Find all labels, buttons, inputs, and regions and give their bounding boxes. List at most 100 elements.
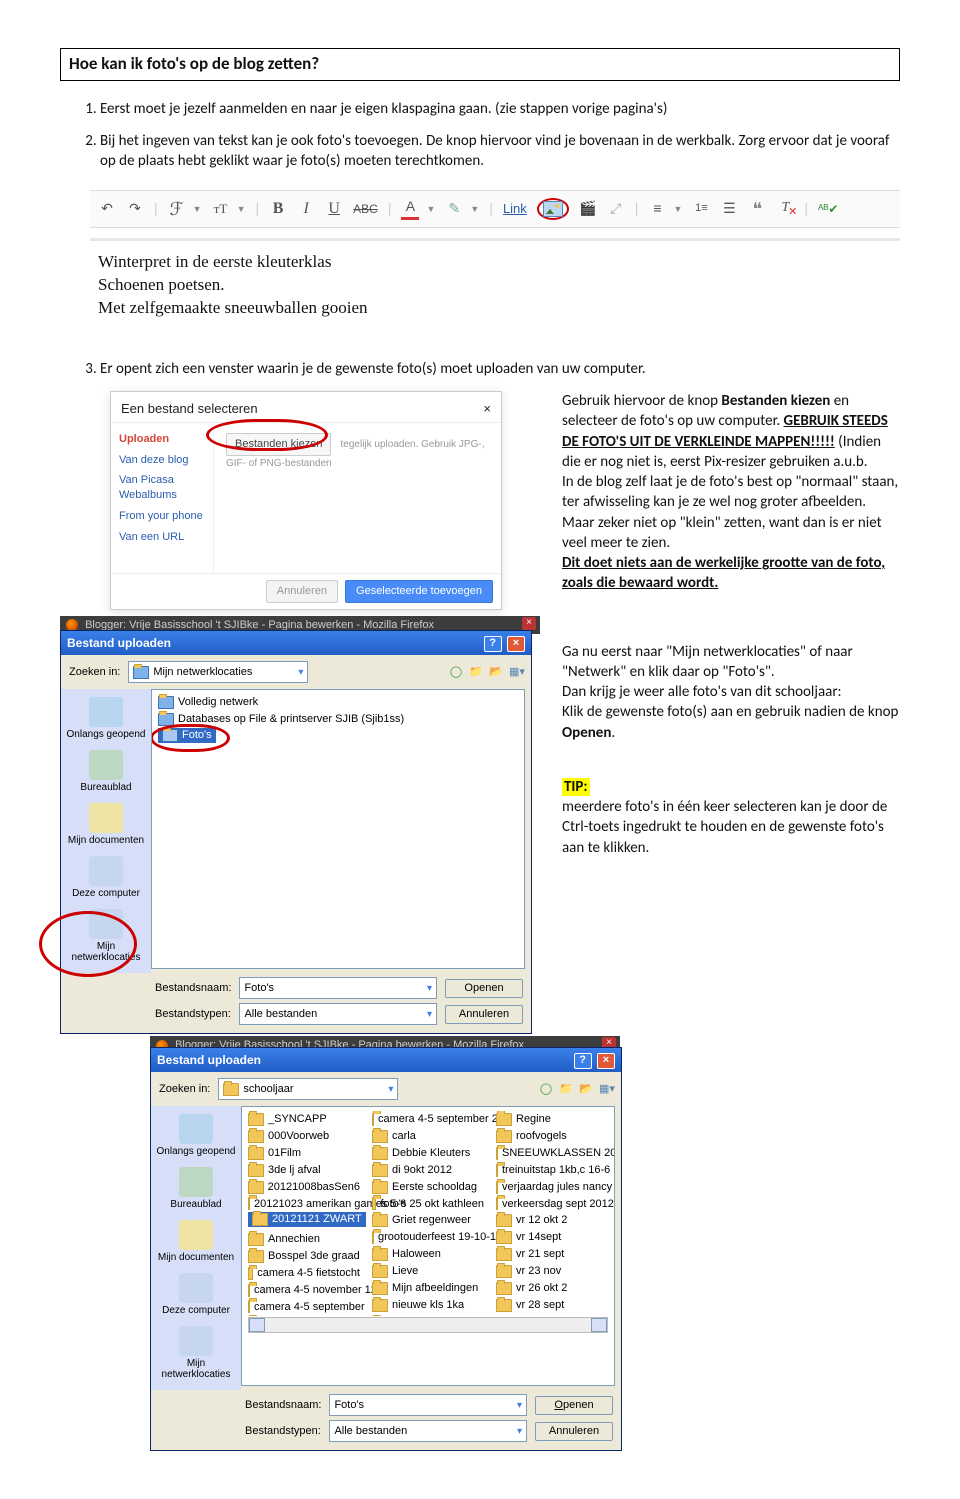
folder-entry[interactable]: Haloween xyxy=(372,1246,484,1263)
views-icon[interactable]: ▦▾ xyxy=(599,1082,613,1097)
folder-entry[interactable]: camera 4-5 november 12 xyxy=(248,1282,360,1299)
folder-entry[interactable]: SNEEUWKLASSEN 2013 xyxy=(496,1145,608,1162)
folder-entry[interactable]: Bosspel 3de graad xyxy=(248,1248,360,1265)
folder-entry[interactable]: Regine xyxy=(496,1111,608,1128)
look-in-dropdown[interactable]: Mijn netwerklocaties ▾ xyxy=(128,661,308,683)
new-folder-icon[interactable]: 📂 xyxy=(489,665,503,680)
file-list-1[interactable]: Volledig netwerk Databases op File & pri… xyxy=(151,689,525,969)
cancel-button[interactable]: Annuleren xyxy=(445,1005,523,1024)
nav-url[interactable]: Van een URL xyxy=(117,527,207,548)
quote-icon[interactable]: ❝ xyxy=(748,197,766,221)
folder-entry[interactable]: carla xyxy=(372,1128,484,1145)
place-mycomputer[interactable]: Deze computer xyxy=(63,852,149,905)
italic-icon[interactable]: I xyxy=(297,198,315,220)
place-network[interactable]: Mijn netwerklocaties xyxy=(153,1322,239,1386)
folder-entry[interactable]: Annechien xyxy=(248,1231,360,1248)
folder-entry[interactable]: Mijn afbeeldingen xyxy=(372,1280,484,1297)
place-recent[interactable]: Onlangs geopend xyxy=(63,693,149,746)
horizontal-scrollbar[interactable] xyxy=(248,1317,608,1333)
folder-entry[interactable]: verkeersdag sept 2012 xyxy=(496,1196,608,1213)
folder-entry[interactable]: di 9okt 2012 xyxy=(372,1162,484,1179)
undo-icon[interactable]: ↶ xyxy=(98,199,116,218)
folder-entry[interactable]: Griet regenweer xyxy=(372,1212,484,1229)
nav-uploaden[interactable]: Uploaden xyxy=(117,429,207,450)
folder-entry[interactable]: nieuwe kls 1ka xyxy=(372,1297,484,1314)
window-close-icon[interactable]: × xyxy=(522,617,536,630)
back-icon[interactable]: ◯ xyxy=(539,1082,553,1097)
align-icon[interactable]: ≡ xyxy=(648,199,666,218)
back-icon[interactable]: ◯ xyxy=(449,665,463,680)
spellcheck-icon[interactable]: ᴬᴮ✔ xyxy=(818,201,838,217)
folder-entry[interactable]: 20121121 ZWART xyxy=(248,1212,366,1227)
folder-entry[interactable]: camera 4-5 september xyxy=(248,1299,360,1316)
underline-icon[interactable]: U xyxy=(325,198,343,220)
filename-input-2[interactable]: Foto's ▾ xyxy=(329,1394,527,1416)
folder-entry[interactable]: 01Film xyxy=(248,1145,360,1162)
text-color-icon[interactable]: A xyxy=(401,197,419,220)
folder-entry[interactable]: vr 23 nov xyxy=(496,1263,608,1280)
add-selected-button[interactable]: Geselecteerde toevoegen xyxy=(345,580,493,603)
numbered-list-icon[interactable]: 1≡ xyxy=(692,201,710,216)
folder-entry[interactable]: roofvogels xyxy=(496,1128,608,1145)
place-mydocs[interactable]: Mijn documenten xyxy=(63,799,149,852)
break-icon[interactable]: ⤢ xyxy=(607,199,625,218)
close-icon[interactable]: × xyxy=(483,400,491,418)
bullet-list-icon[interactable]: ☰ xyxy=(720,199,738,218)
choose-files-button[interactable]: Bestanden kiezen xyxy=(226,433,331,456)
folder-entry[interactable]: vr 21 sept xyxy=(496,1246,608,1263)
font-size-icon[interactable]: тT xyxy=(212,200,230,218)
place-network[interactable]: Mijn netwerklocaties xyxy=(63,905,149,969)
folder-entry[interactable]: camera 4-5 september 2 xyxy=(372,1111,484,1128)
folder-entry[interactable]: _SYNCAPP xyxy=(248,1111,360,1128)
place-mycomputer[interactable]: Deze computer xyxy=(153,1269,239,1322)
help-icon[interactable]: ? xyxy=(484,636,502,652)
filetype-dropdown[interactable]: Alle bestanden ▾ xyxy=(239,1003,437,1025)
highlight-icon[interactable]: ✎ xyxy=(445,199,463,218)
place-mydocs[interactable]: Mijn documenten xyxy=(153,1216,239,1269)
place-recent[interactable]: Onlangs geopend xyxy=(153,1110,239,1163)
folder-entry[interactable]: foto's 25 okt kathleen xyxy=(372,1196,484,1213)
nav-van-deze-blog[interactable]: Van deze blog xyxy=(117,450,207,471)
folder-entry[interactable]: Debbie Kleuters xyxy=(372,1145,484,1162)
folder-entry[interactable]: verjaardag jules nancy 23-11 xyxy=(496,1179,608,1196)
open-button[interactable]: Openen xyxy=(445,979,523,998)
cancel-button-2[interactable]: Annuleren xyxy=(535,1422,613,1441)
filetype-dropdown-2[interactable]: Alle bestanden ▾ xyxy=(329,1420,527,1442)
look-in-dropdown-2[interactable]: schooljaar ▾ xyxy=(218,1078,398,1100)
folder-entry[interactable]: grootouderfeest 19-10-12 xyxy=(372,1229,484,1246)
filename-input[interactable]: Foto's ▾ xyxy=(239,977,437,999)
entry-databases[interactable]: Databases op File & printserver SJIB (Sj… xyxy=(158,711,518,728)
views-icon[interactable]: ▦▾ xyxy=(509,665,523,680)
folder-entry[interactable]: camera 4-5 fietstocht xyxy=(248,1265,360,1282)
up-icon[interactable]: 📁 xyxy=(469,665,483,680)
folder-entry[interactable]: vr 28 sept xyxy=(496,1297,608,1314)
entry-volledig-netwerk[interactable]: Volledig netwerk xyxy=(158,694,518,711)
open-button-2[interactable]: Openen xyxy=(535,1396,613,1415)
close-icon[interactable]: × xyxy=(597,1053,615,1069)
folder-entry[interactable]: 20121023 amerikan games 5-6 xyxy=(248,1196,360,1213)
folder-entry[interactable]: treinuitstap 1kb,c 16-6 xyxy=(496,1162,608,1179)
nav-phone[interactable]: From your phone xyxy=(117,506,207,527)
file-list-2[interactable]: _SYNCAPP000Voorweb01Film3de lj afval2012… xyxy=(241,1106,615,1386)
folder-entry[interactable]: vr 26 okt 2 xyxy=(496,1280,608,1297)
folder-entry[interactable]: 3de lj afval xyxy=(248,1162,360,1179)
video-icon[interactable]: 🎬 xyxy=(579,199,597,218)
folder-entry[interactable]: Lieve xyxy=(372,1263,484,1280)
nav-picasa[interactable]: Van Picasa Webalbums xyxy=(117,470,207,506)
up-icon[interactable]: 📁 xyxy=(559,1082,573,1097)
folder-entry[interactable]: Eerste schooldag xyxy=(372,1179,484,1196)
help-icon[interactable]: ? xyxy=(574,1053,592,1069)
folder-entry[interactable]: 20121008basSen6 xyxy=(248,1179,360,1196)
folder-entry[interactable]: vr 14sept xyxy=(496,1229,608,1246)
font-family-icon[interactable]: ℱ xyxy=(168,197,186,221)
entry-fotos-selected[interactable]: Foto's xyxy=(158,728,216,743)
insert-image-icon[interactable] xyxy=(543,201,563,217)
remove-format-icon[interactable]: T✕ xyxy=(776,199,794,218)
bold-icon[interactable]: B xyxy=(269,198,287,220)
close-icon[interactable]: × xyxy=(507,636,525,652)
strike-icon[interactable]: ABC xyxy=(353,201,378,217)
place-desktop[interactable]: Bureaublad xyxy=(153,1163,239,1216)
link-button[interactable]: Link xyxy=(503,200,527,218)
cancel-button[interactable]: Annuleren xyxy=(266,580,338,603)
redo-icon[interactable]: ↷ xyxy=(126,199,144,218)
